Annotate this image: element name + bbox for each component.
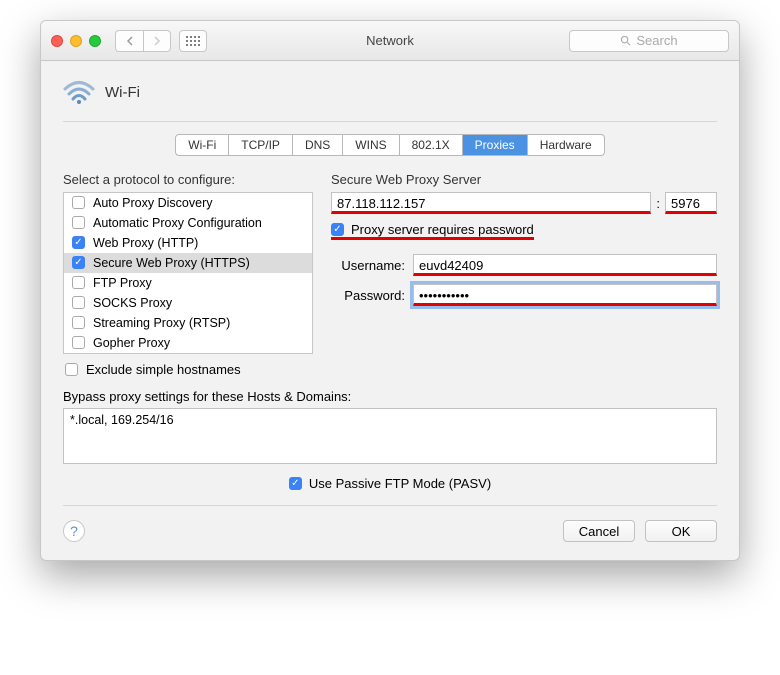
protocol-label: Select a protocol to configure: bbox=[63, 172, 313, 187]
tab-hardware[interactable]: Hardware bbox=[528, 135, 604, 155]
nav-buttons bbox=[115, 30, 171, 52]
traffic-lights bbox=[51, 35, 101, 47]
protocol-checkbox[interactable] bbox=[72, 336, 85, 349]
protocol-row[interactable]: Streaming Proxy (RTSP) bbox=[64, 313, 312, 333]
interface-name: Wi-Fi bbox=[105, 84, 140, 101]
show-all-button[interactable] bbox=[179, 30, 207, 52]
tab-wifi[interactable]: Wi-Fi bbox=[176, 135, 229, 155]
password-field[interactable]: ••••••••••• bbox=[413, 284, 717, 306]
footer: ? Cancel OK bbox=[63, 505, 717, 542]
tab-wins[interactable]: WINS bbox=[343, 135, 399, 155]
protocol-row[interactable]: ✓ Secure Web Proxy (HTTPS) bbox=[64, 253, 312, 273]
protocol-checkbox[interactable]: ✓ bbox=[72, 236, 85, 249]
protocol-label: Gopher Proxy bbox=[93, 336, 170, 350]
search-placeholder: Search bbox=[636, 33, 677, 48]
protocol-checkbox[interactable] bbox=[72, 196, 85, 209]
protocol-label: FTP Proxy bbox=[93, 276, 152, 290]
bypass-section: Bypass proxy settings for these Hosts & … bbox=[63, 389, 717, 464]
protocol-column: Select a protocol to configure: Auto Pro… bbox=[63, 172, 313, 379]
tab-tcpip[interactable]: TCP/IP bbox=[229, 135, 293, 155]
auth-checkbox[interactable]: ✓ bbox=[331, 223, 344, 236]
protocol-row[interactable]: FTP Proxy bbox=[64, 273, 312, 293]
wifi-icon bbox=[63, 79, 95, 105]
help-button[interactable]: ? bbox=[63, 520, 85, 542]
protocol-row[interactable]: ✓ Web Proxy (HTTP) bbox=[64, 233, 312, 253]
minimize-icon[interactable] bbox=[70, 35, 82, 47]
host-port-separator: : bbox=[656, 196, 660, 211]
username-field[interactable]: euvd42409 bbox=[413, 254, 717, 276]
username-label: Username: bbox=[331, 258, 405, 273]
pasv-row[interactable]: ✓ Use Passive FTP Mode (PASV) bbox=[63, 476, 717, 491]
titlebar: Network Search bbox=[41, 21, 739, 61]
protocol-checkbox[interactable]: ✓ bbox=[72, 256, 85, 269]
bypass-label: Bypass proxy settings for these Hosts & … bbox=[63, 389, 351, 404]
protocol-row[interactable]: Automatic Proxy Configuration bbox=[64, 213, 312, 233]
protocol-label: Automatic Proxy Configuration bbox=[93, 216, 262, 230]
protocol-label: Streaming Proxy (RTSP) bbox=[93, 316, 230, 330]
window-title: Network bbox=[366, 33, 414, 48]
password-label: Password: bbox=[331, 288, 405, 303]
protocol-label: SOCKS Proxy bbox=[93, 296, 172, 310]
tab-dns[interactable]: DNS bbox=[293, 135, 343, 155]
proxy-port-field[interactable]: 5976 bbox=[665, 192, 717, 214]
username-row: Username: euvd42409 bbox=[331, 254, 717, 276]
protocol-row[interactable]: Gopher Proxy bbox=[64, 333, 312, 353]
auth-label: Proxy server requires password bbox=[351, 222, 534, 237]
forward-button[interactable] bbox=[143, 30, 171, 52]
window-body: Wi-Fi Wi-FiTCP/IPDNSWINS802.1XProxiesHar… bbox=[41, 61, 739, 560]
ok-button[interactable]: OK bbox=[645, 520, 717, 542]
protocol-label: Secure Web Proxy (HTTPS) bbox=[93, 256, 250, 270]
protocol-checkbox[interactable] bbox=[72, 276, 85, 289]
tab-proxies[interactable]: Proxies bbox=[463, 135, 528, 155]
search-icon bbox=[620, 35, 631, 46]
proxy-host-field[interactable]: 87.118.112.157 bbox=[331, 192, 651, 214]
cancel-button[interactable]: Cancel bbox=[563, 520, 635, 542]
tab-8021x[interactable]: 802.1X bbox=[400, 135, 463, 155]
proxy-auth-row[interactable]: ✓ Proxy server requires password bbox=[331, 222, 534, 240]
server-address-row: 87.118.112.157 : 5976 bbox=[331, 192, 717, 214]
server-section-label: Secure Web Proxy Server bbox=[331, 172, 717, 187]
protocol-list[interactable]: Auto Proxy Discovery Automatic Proxy Conf… bbox=[63, 192, 313, 354]
protocol-checkbox[interactable] bbox=[72, 296, 85, 309]
protocol-checkbox[interactable] bbox=[72, 216, 85, 229]
proxy-columns: Select a protocol to configure: Auto Pro… bbox=[63, 172, 717, 379]
pasv-label: Use Passive FTP Mode (PASV) bbox=[309, 476, 491, 491]
password-row: Password: ••••••••••• bbox=[331, 284, 717, 306]
zoom-icon[interactable] bbox=[89, 35, 101, 47]
exclude-label: Exclude simple hostnames bbox=[86, 362, 241, 377]
protocol-row[interactable]: Auto Proxy Discovery bbox=[64, 193, 312, 213]
tab-bar: Wi-FiTCP/IPDNSWINS802.1XProxiesHardware bbox=[63, 134, 717, 156]
protocol-checkbox[interactable] bbox=[72, 316, 85, 329]
pasv-checkbox[interactable]: ✓ bbox=[289, 477, 302, 490]
protocol-row[interactable]: SOCKS Proxy bbox=[64, 293, 312, 313]
exclude-hostnames-row[interactable]: Exclude simple hostnames bbox=[63, 354, 313, 379]
search-input[interactable]: Search bbox=[569, 30, 729, 52]
exclude-checkbox[interactable] bbox=[65, 363, 78, 376]
protocol-label: Web Proxy (HTTP) bbox=[93, 236, 198, 250]
network-prefs-window: Network Search Wi-Fi Wi-FiTCP/IPDNSWINS8… bbox=[40, 20, 740, 561]
bypass-field[interactable]: *.local, 169.254/16 bbox=[63, 408, 717, 464]
back-button[interactable] bbox=[115, 30, 143, 52]
interface-header: Wi-Fi bbox=[63, 79, 717, 122]
close-icon[interactable] bbox=[51, 35, 63, 47]
server-column: Secure Web Proxy Server 87.118.112.157 :… bbox=[331, 172, 717, 379]
protocol-label: Auto Proxy Discovery bbox=[93, 196, 212, 210]
